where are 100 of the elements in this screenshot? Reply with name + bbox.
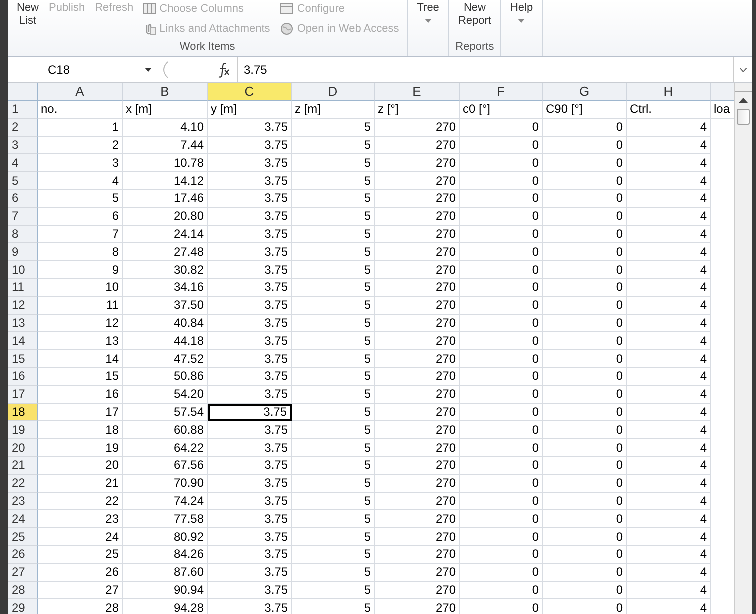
row-header[interactable]: 21 <box>8 456 38 475</box>
table-cell: 67.56 <box>123 456 208 475</box>
window-icon <box>280 2 294 16</box>
column-header[interactable]: C <box>208 83 292 101</box>
table-cell: 17.46 <box>123 190 208 208</box>
table-cell: 3.75 <box>208 208 292 226</box>
table-cell: 4 <box>627 474 711 493</box>
table-cell: 0 <box>460 564 543 582</box>
scroll-thumb[interactable] <box>737 109 750 125</box>
table-cell: 0 <box>543 136 627 154</box>
row-header[interactable]: 22 <box>8 474 38 493</box>
table-cell: 0 <box>460 350 543 368</box>
table-cell: 0 <box>543 546 627 564</box>
table-cell: 5 <box>292 368 375 386</box>
row-header[interactable]: 15 <box>8 350 38 368</box>
row-header[interactable]: 27 <box>8 564 38 582</box>
table-cell: 80.92 <box>123 528 208 546</box>
row-header[interactable]: 13 <box>8 314 38 332</box>
column-header[interactable]: D <box>292 83 375 101</box>
row-header[interactable]: 11 <box>8 278 38 297</box>
row-header[interactable]: 2 <box>8 118 38 137</box>
row-header[interactable]: 1 <box>8 101 38 119</box>
row-header[interactable]: 23 <box>8 492 38 510</box>
table-cell: 3.75 <box>208 136 292 154</box>
table-cell: 4 <box>627 528 711 546</box>
table-cell: 57.54 <box>123 404 208 422</box>
table-cell: 23 <box>38 510 123 528</box>
row-header[interactable]: 16 <box>8 368 38 386</box>
table-cell: 0 <box>543 474 627 493</box>
table-cell: 0 <box>460 136 543 154</box>
column-header[interactable]: G <box>543 83 627 101</box>
table-cell: 270 <box>375 546 460 564</box>
row-header[interactable]: 19 <box>8 421 38 440</box>
row-header[interactable]: 6 <box>8 190 38 208</box>
row-header[interactable]: 5 <box>8 172 38 190</box>
table-cell: 4 <box>627 421 711 440</box>
table-cell: 20.80 <box>123 208 208 226</box>
table-cell: 5 <box>292 226 375 244</box>
table-cell: z [m] <box>292 101 375 119</box>
row-header[interactable]: 29 <box>8 599 38 614</box>
name-box[interactable]: C18 <box>48 62 70 76</box>
formula-field[interactable]: 3.75 <box>238 57 733 82</box>
table-cell: 74.24 <box>123 492 208 510</box>
row-header[interactable]: 25 <box>8 528 38 546</box>
expand-icon[interactable] <box>740 68 746 72</box>
column-header[interactable]: B <box>123 83 208 101</box>
table-cell: 5 <box>292 314 375 332</box>
table-cell: 270 <box>375 172 460 190</box>
table-cell: 4 <box>627 154 711 172</box>
fx-icon[interactable] <box>217 60 231 78</box>
table-cell: 0 <box>543 528 627 546</box>
dropdown-icon[interactable] <box>145 68 152 72</box>
row-header[interactable]: 9 <box>8 243 38 262</box>
table-cell: 0 <box>543 510 627 528</box>
table-cell: 0 <box>460 332 543 350</box>
table-cell: c0 [°] <box>460 101 543 119</box>
table-cell: 270 <box>375 386 460 404</box>
table-cell: C90 [°] <box>543 101 627 119</box>
ribbon-button[interactable]: New List <box>14 0 42 30</box>
column-header[interactable]: F <box>460 83 543 101</box>
table-cell: 3.75 <box>208 226 292 244</box>
table-cell: 16 <box>38 386 123 404</box>
column-header[interactable]: A <box>38 83 123 101</box>
table-cell: 3.75 <box>208 350 292 368</box>
table-cell: 270 <box>375 208 460 226</box>
row-header[interactable]: 26 <box>8 546 38 564</box>
table-cell: 0 <box>460 474 543 493</box>
table-cell: 18 <box>38 421 123 440</box>
row-header[interactable]: 3 <box>8 136 38 154</box>
row-header[interactable]: 7 <box>8 208 38 226</box>
row-header[interactable]: 18 <box>8 404 38 422</box>
scroll-up-icon[interactable] <box>739 98 748 102</box>
row-header[interactable]: 17 <box>8 386 38 404</box>
table-cell: 4 <box>627 510 711 528</box>
row-header[interactable]: 4 <box>8 154 38 172</box>
ribbon-button[interactable]: Help <box>507 0 536 25</box>
table-cell: 4 <box>627 368 711 386</box>
ribbon-button[interactable]: Tree <box>414 0 442 25</box>
table-cell: 0 <box>460 154 543 172</box>
column-header[interactable]: E <box>375 83 460 101</box>
table-cell: 6 <box>38 208 123 226</box>
table-cell: 4 <box>627 546 711 564</box>
row-header[interactable]: 8 <box>8 226 38 244</box>
row-header[interactable]: 12 <box>8 296 38 315</box>
row-header[interactable]: 28 <box>8 582 38 600</box>
table-cell: 270 <box>375 190 460 208</box>
column-header[interactable]: H <box>627 83 711 101</box>
table-cell: 0 <box>543 599 627 614</box>
row-header[interactable]: 14 <box>8 332 38 350</box>
table-cell: 3.75 <box>208 261 292 279</box>
table-cell: 5 <box>292 474 375 493</box>
table-cell: 5 <box>292 190 375 208</box>
row-header[interactable]: 20 <box>8 439 38 457</box>
row-header[interactable]: 24 <box>8 510 38 528</box>
table-cell: 5 <box>292 332 375 350</box>
table-cell: 3.75 <box>208 172 292 190</box>
table-cell: 0 <box>543 243 627 262</box>
ribbon-button[interactable]: New Report <box>455 0 494 30</box>
row-header[interactable]: 10 <box>8 261 38 279</box>
table-cell: y [m] <box>208 101 292 119</box>
